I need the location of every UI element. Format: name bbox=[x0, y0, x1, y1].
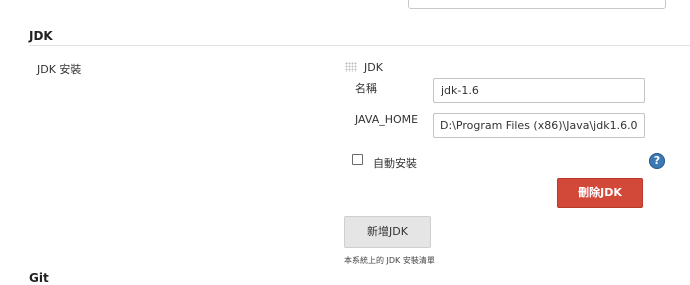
jdk-block-title: JDK bbox=[364, 61, 383, 74]
section-title: JDK bbox=[29, 29, 53, 43]
java-home-label: JAVA_HOME bbox=[355, 113, 419, 126]
jdk-list-description: 本系統上的 JDK 安裝清單 bbox=[344, 256, 435, 265]
next-section-title: Git bbox=[29, 271, 49, 285]
name-input[interactable] bbox=[433, 78, 645, 103]
top-select-field[interactable] bbox=[408, 0, 666, 9]
section-divider bbox=[29, 45, 690, 46]
help-icon[interactable]: ? bbox=[649, 153, 665, 169]
delete-jdk-button[interactable]: 刪除JDK bbox=[557, 178, 643, 208]
auto-install-label: 自動安裝 bbox=[373, 157, 417, 170]
auto-install-checkbox[interactable] bbox=[352, 154, 363, 165]
add-jdk-button[interactable]: 新增JDK bbox=[344, 216, 431, 248]
java-home-input[interactable] bbox=[433, 113, 645, 138]
name-label: 名稱 bbox=[355, 82, 377, 95]
drag-handle-icon[interactable] bbox=[345, 62, 357, 72]
jdk-install-label: JDK 安裝 bbox=[37, 63, 82, 76]
